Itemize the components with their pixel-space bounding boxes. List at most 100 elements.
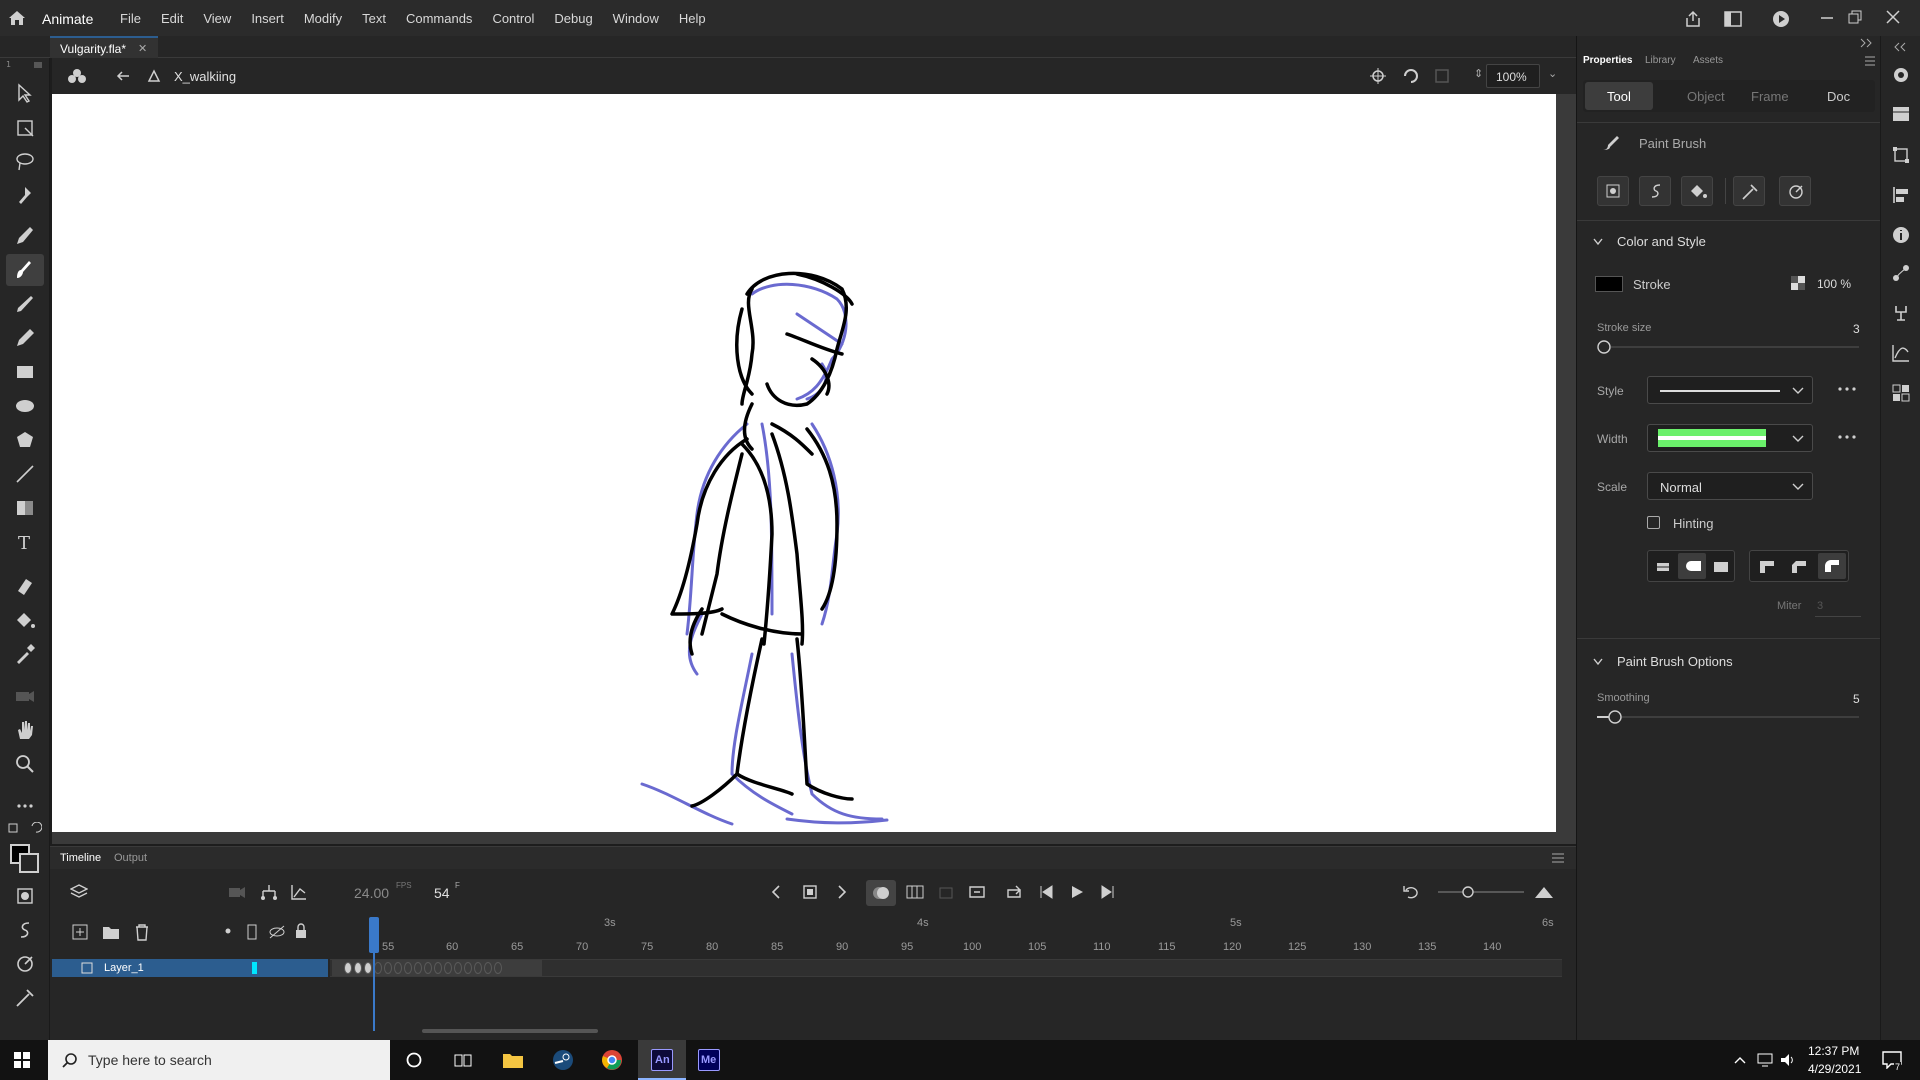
stroke-alpha[interactable]: 100 % <box>1817 277 1851 291</box>
more-options-icon[interactable] <box>1837 386 1857 392</box>
undo-scale-icon[interactable] <box>1402 884 1420 900</box>
taskbar-animate-button[interactable]: An <box>638 1040 686 1080</box>
menu-insert[interactable]: Insert <box>251 11 284 26</box>
smoothing-slider[interactable] <box>1597 710 1861 724</box>
more-options-icon[interactable] <box>1837 434 1857 440</box>
minimize-icon[interactable] <box>1820 12 1834 24</box>
layers-icon[interactable] <box>70 883 88 901</box>
pen-tool-icon[interactable] <box>13 224 37 248</box>
selection-tool-icon[interactable] <box>13 82 37 106</box>
info-icon[interactable] <box>1892 226 1910 244</box>
menu-modify[interactable]: Modify <box>304 11 342 26</box>
keyframe[interactable] <box>344 962 352 974</box>
subtab-object[interactable]: Object <box>1687 89 1725 104</box>
cap-round-button[interactable] <box>1678 553 1706 579</box>
taskbar-search-box[interactable]: Type here to search <box>48 1040 390 1080</box>
more-tools-icon[interactable] <box>13 794 37 818</box>
back-arrow-icon[interactable] <box>116 70 130 82</box>
windows-start-icon[interactable] <box>14 1052 30 1068</box>
close-window-icon[interactable] <box>1886 10 1900 24</box>
frame-size-slider[interactable] <box>1436 885 1526 899</box>
document-tab[interactable]: Vulgarity.fla* ✕ <box>50 36 158 58</box>
file-explorer-icon[interactable] <box>502 1050 524 1070</box>
chevron-down-icon[interactable] <box>1593 658 1603 666</box>
pin-tool-icon[interactable] <box>13 184 37 208</box>
highlight-layer-icon[interactable] <box>224 927 232 935</box>
step-forward-icon[interactable] <box>1100 885 1116 899</box>
lasso-tool-icon[interactable] <box>13 150 37 174</box>
color-section-title[interactable]: Color and Style <box>1617 234 1706 249</box>
gradient-tool-icon[interactable] <box>13 496 37 520</box>
library-icon[interactable] <box>1892 106 1910 122</box>
clip-content-icon[interactable] <box>1434 68 1450 84</box>
assets-icon[interactable] <box>1892 66 1910 84</box>
join-round-button[interactable] <box>1818 553 1846 579</box>
zoom-field[interactable]: 100% <box>1486 64 1540 88</box>
hide-layer-icon[interactable] <box>268 925 286 939</box>
hinting-checkbox[interactable] <box>1647 516 1660 529</box>
menu-window[interactable]: Window <box>613 11 659 26</box>
parent-view-icon[interactable] <box>260 883 278 901</box>
scene-name[interactable]: X_walkiing <box>174 69 236 84</box>
menu-edit[interactable]: Edit <box>161 11 183 26</box>
smoothing-value[interactable]: 5 <box>1853 692 1860 706</box>
brush-options-title[interactable]: Paint Brush Options <box>1617 654 1733 669</box>
stage[interactable] <box>52 94 1556 832</box>
keyframe[interactable] <box>474 962 482 974</box>
keyframe[interactable] <box>434 962 442 974</box>
swatches-icon[interactable] <box>1892 384 1910 402</box>
keyframe[interactable] <box>424 962 432 974</box>
subtab-doc[interactable]: Doc <box>1827 89 1850 104</box>
panel-menu-icon[interactable] <box>1865 56 1875 66</box>
steam-icon[interactable] <box>552 1049 574 1071</box>
camera-tool-icon[interactable] <box>13 684 37 708</box>
share-icon[interactable] <box>1684 10 1702 28</box>
close-tab-icon[interactable]: ✕ <box>138 42 147 55</box>
pencil-tool-icon[interactable] <box>13 326 37 350</box>
tab-properties[interactable]: Properties <box>1583 55 1632 66</box>
collapse-panel-icon[interactable] <box>1859 38 1875 48</box>
join-miter-icon[interactable] <box>1758 559 1776 575</box>
line-tool-icon[interactable] <box>13 462 37 486</box>
motion-presets-icon[interactable] <box>1892 264 1910 282</box>
restore-icon[interactable] <box>1848 10 1862 24</box>
stroke-color-swatch[interactable] <box>1595 276 1623 292</box>
tilt-icon[interactable] <box>13 986 37 1010</box>
object-drawing-icon[interactable] <box>13 884 37 908</box>
join-bevel-icon[interactable] <box>1790 559 1808 575</box>
object-drawing-button[interactable] <box>1597 176 1629 206</box>
stroke-size-value[interactable]: 3 <box>1853 322 1860 336</box>
keyframe[interactable] <box>354 962 362 974</box>
menu-text[interactable]: Text <box>362 11 386 26</box>
fluid-brush-icon[interactable] <box>13 292 37 316</box>
insert-keyframe-icon[interactable] <box>802 884 818 900</box>
fps-value[interactable]: 24.00 <box>354 885 389 901</box>
rectangle-tool-icon[interactable] <box>13 360 37 384</box>
polystar-tool-icon[interactable] <box>13 428 37 452</box>
edit-multiple-frames-icon[interactable] <box>906 884 924 900</box>
keyframe[interactable] <box>404 962 412 974</box>
keyframe[interactable] <box>494 962 502 974</box>
keyframe[interactable] <box>394 962 402 974</box>
tab-timeline[interactable]: Timeline <box>60 852 101 864</box>
volume-icon[interactable] <box>1780 1052 1796 1068</box>
eraser-tool-icon[interactable] <box>13 574 37 598</box>
swap-colors-icon[interactable] <box>8 822 42 838</box>
tab-library[interactable]: Library <box>1645 55 1676 66</box>
tilt-button[interactable] <box>1733 176 1765 206</box>
network-icon[interactable] <box>1756 1053 1774 1067</box>
paint-bucket-icon[interactable] <box>13 608 37 632</box>
pressure-icon[interactable] <box>13 952 37 976</box>
paint-mode-button[interactable] <box>1681 176 1713 206</box>
prev-keyframe-icon[interactable] <box>770 885 782 899</box>
center-stage-icon[interactable] <box>1370 68 1386 84</box>
align-icon[interactable] <box>1892 186 1910 204</box>
menu-view[interactable]: View <box>203 11 231 26</box>
lock-layer-icon[interactable] <box>294 923 308 939</box>
oval-tool-icon[interactable] <box>13 394 37 418</box>
new-folder-icon[interactable] <box>102 924 120 940</box>
keyframe[interactable] <box>444 962 452 974</box>
layer-row[interactable]: Layer_1 <box>52 959 328 977</box>
brush-shape-button[interactable] <box>1639 176 1671 206</box>
home-icon[interactable] <box>8 10 26 26</box>
